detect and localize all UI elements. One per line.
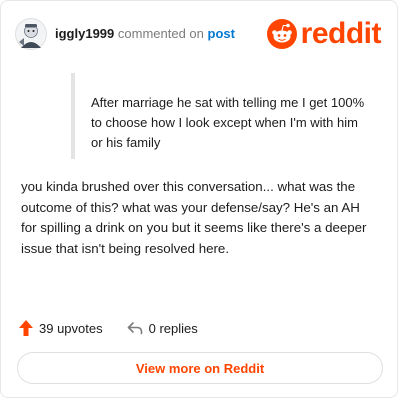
upvotes-count: 39 upvotes [39, 320, 103, 336]
reddit-logo[interactable]: reddit [266, 17, 382, 50]
comment-stats: 39 upvotes 0 replies [19, 318, 198, 338]
user-line: iggly1999 commented on post [55, 26, 235, 41]
comment-header: iggly1999 commented on post reddit [15, 15, 382, 53]
replies-count: 0 replies [148, 320, 198, 336]
username-link[interactable]: iggly1999 [55, 26, 114, 41]
comment-embed-card: iggly1999 commented on post reddit After… [0, 0, 398, 398]
replies-stat[interactable]: 0 replies [127, 321, 198, 336]
view-more-button[interactable]: View more on Reddit [17, 352, 383, 384]
upvote-arrow-icon [19, 320, 33, 336]
upvotes-stat[interactable]: 39 upvotes [19, 320, 103, 336]
reddit-wordmark: reddit [300, 17, 382, 50]
commented-on-label: commented on [117, 26, 204, 41]
reply-arrow-icon [127, 322, 142, 335]
post-link[interactable]: post [208, 26, 235, 41]
avatar-icon[interactable] [15, 18, 47, 50]
quoted-text: After marriage he sat with telling me I … [71, 73, 371, 159]
reddit-alien-icon [266, 19, 297, 49]
comment-body: you kinda brushed over this conversation… [21, 179, 367, 256]
